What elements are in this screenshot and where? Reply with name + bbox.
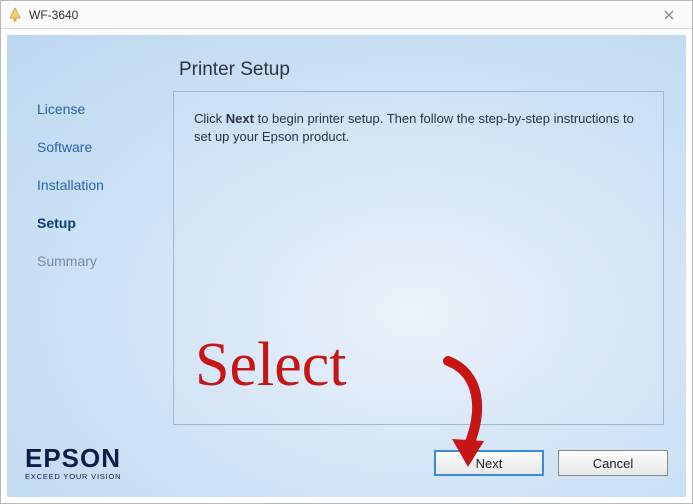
step-license: License <box>37 101 169 117</box>
step-software: Software <box>37 139 169 155</box>
instruction-bold: Next <box>226 111 254 126</box>
step-installation: Installation <box>37 177 169 193</box>
next-button[interactable]: Next <box>434 450 544 476</box>
titlebar: WF-3640 <box>1 1 692 29</box>
instruction-text: Click Next to begin printer setup. Then … <box>194 110 643 145</box>
close-button[interactable] <box>652 4 686 26</box>
installer-window: WF-3640 License Software Installation Se… <box>0 0 693 504</box>
instruction-suffix: to begin printer setup. Then follow the … <box>194 111 634 144</box>
window-title: WF-3640 <box>29 8 78 22</box>
brand-name: EPSON <box>25 445 121 471</box>
brand-logo: EPSON EXCEED YOUR VISION <box>25 445 121 481</box>
main-panel: Printer Setup Click Next to begin printe… <box>169 45 674 437</box>
cancel-button[interactable]: Cancel <box>558 450 668 476</box>
client-area: License Software Installation Setup Summ… <box>7 35 686 497</box>
content-box: Click Next to begin printer setup. Then … <box>173 91 664 425</box>
instruction-prefix: Click <box>194 111 226 126</box>
step-summary: Summary <box>37 253 169 269</box>
app-icon <box>7 7 23 23</box>
brand-tagline: EXCEED YOUR VISION <box>25 473 121 481</box>
footer: EPSON EXCEED YOUR VISION Next Cancel <box>7 437 686 497</box>
step-setup: Setup <box>37 215 169 231</box>
page-title: Printer Setup <box>179 59 674 81</box>
wizard-steps: License Software Installation Setup Summ… <box>19 45 169 437</box>
